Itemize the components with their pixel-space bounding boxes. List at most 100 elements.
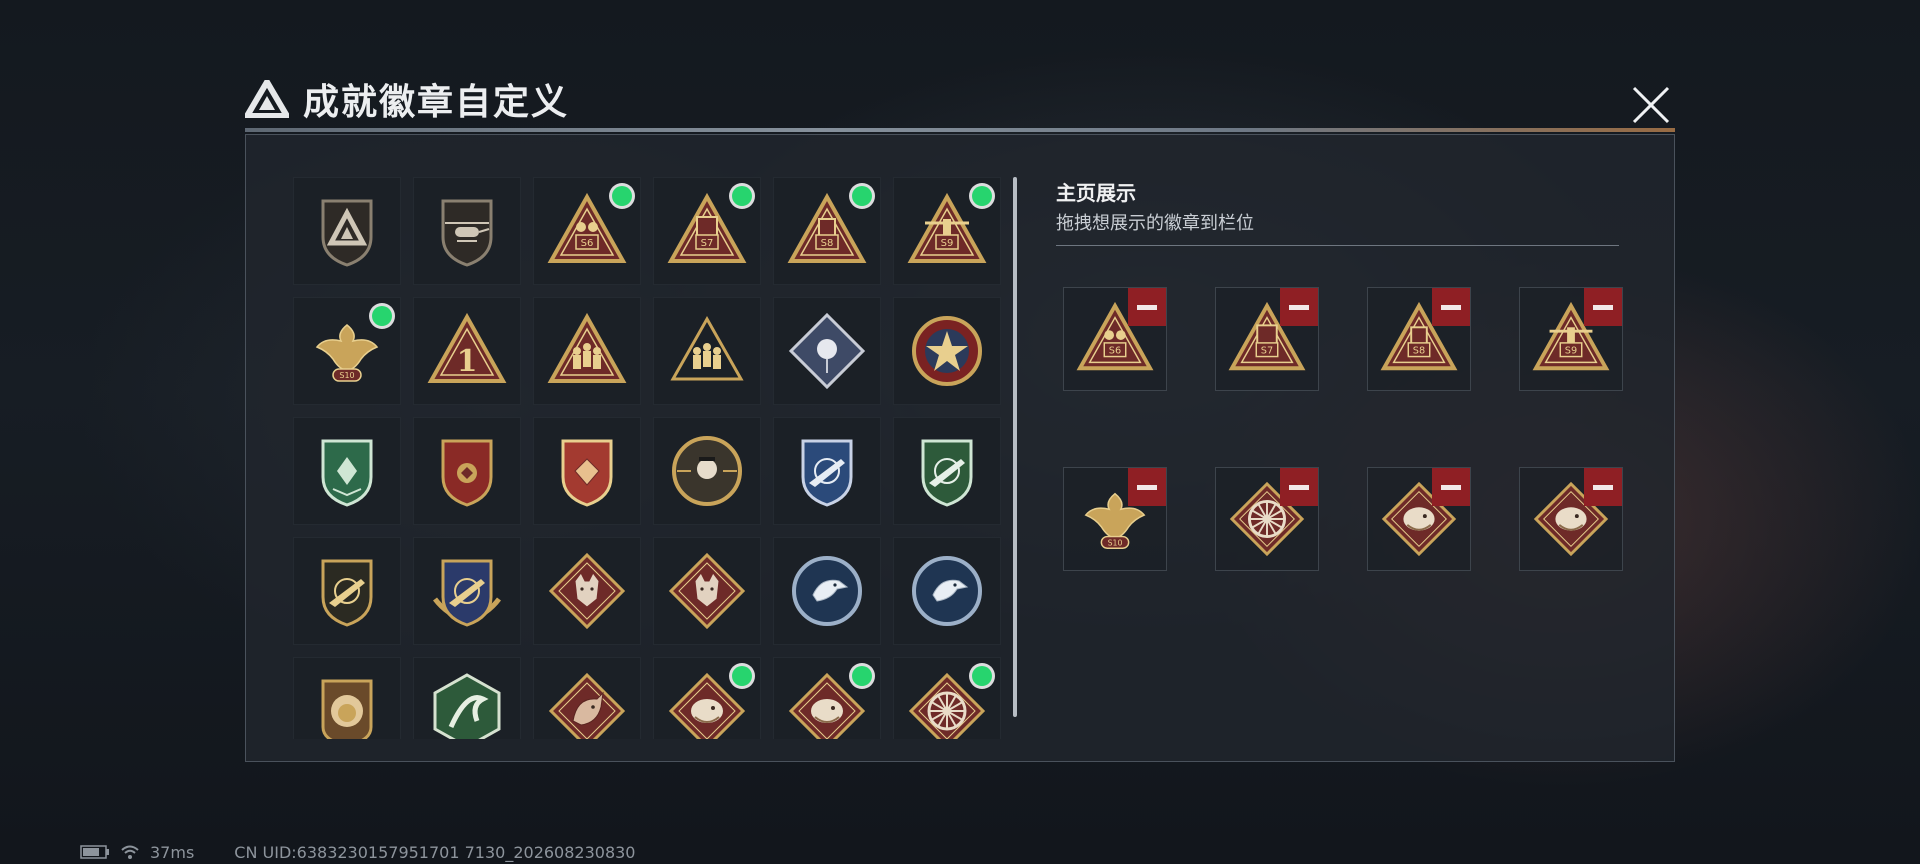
remove-badge-button[interactable]: [1280, 288, 1318, 326]
badge-cell[interactable]: [293, 657, 401, 739]
minus-icon: [1441, 304, 1461, 310]
rifle-crosshair-badge-icon: [321, 559, 373, 627]
badge-cell[interactable]: [653, 417, 761, 525]
badge-cell[interactable]: S8: [773, 177, 881, 285]
new-indicator-dot: [372, 306, 392, 326]
gold-red-shield-badge-icon: [441, 439, 493, 507]
green-rifle-shield-badge-icon: [921, 439, 973, 507]
remove-badge-button[interactable]: [1280, 468, 1318, 506]
minus-icon: [1289, 484, 1309, 490]
lion-shield-badge-icon: [321, 679, 373, 739]
badge-cell[interactable]: [293, 177, 401, 285]
badge-cell[interactable]: S9: [893, 177, 1001, 285]
remove-badge-button[interactable]: [1432, 288, 1470, 326]
delta-logo-icon: [245, 80, 289, 118]
badge-panel: S6 S7 S8 S9 S10 1 主页展示 拖拽想展示的徽章到栏位 S6 S7 S8 S9 S1…: [245, 134, 1675, 762]
svg-text:S10: S10: [1108, 538, 1123, 547]
eagle-roundel-badge-2-icon: [912, 556, 982, 626]
wolf-diamond-badge-icon: [548, 552, 626, 630]
status-bar: 37ms CN UID:6383230157951701 7130_202608…: [80, 842, 635, 862]
badge-cell[interactable]: [893, 537, 1001, 645]
showcase-slot[interactable]: S9: [1519, 287, 1623, 391]
minus-icon: [1137, 304, 1157, 310]
eagle-roundel-badge-icon: [792, 556, 862, 626]
badge-cell[interactable]: [533, 657, 641, 739]
badge-cell[interactable]: [653, 657, 761, 739]
remove-badge-button[interactable]: [1128, 468, 1166, 506]
showcase-slot[interactable]: S6: [1063, 287, 1167, 391]
badge-cell[interactable]: [293, 417, 401, 525]
blue-rifle-shield-badge-icon: [801, 439, 853, 507]
showcase-subtitle: 拖拽想展示的徽章到栏位: [1056, 213, 1254, 234]
skull-crosshair-badge-icon: [672, 436, 742, 506]
badge-cell[interactable]: [893, 297, 1001, 405]
showcase-slot[interactable]: [1215, 467, 1319, 571]
badge-cell[interactable]: [773, 297, 881, 405]
badge-cell[interactable]: [413, 537, 521, 645]
showcase-slot[interactable]: S8: [1367, 287, 1471, 391]
svg-text:1: 1: [457, 344, 478, 379]
wifi-icon: [121, 845, 139, 859]
new-indicator-dot: [852, 186, 872, 206]
star-roundel-badge-icon: [912, 316, 982, 386]
squad-triangle-badge-icon: [547, 312, 627, 383]
badge-cell[interactable]: [893, 657, 1001, 739]
badge-cell[interactable]: [773, 537, 881, 645]
badge-cell[interactable]: S10: [293, 297, 401, 405]
badge-cell[interactable]: [533, 417, 641, 525]
delta-shield-badge-icon: [321, 199, 373, 267]
scrollbar[interactable]: [1013, 177, 1017, 717]
badge-cell[interactable]: S6: [533, 177, 641, 285]
badge-cell[interactable]: 1: [413, 297, 521, 405]
minus-icon: [1137, 484, 1157, 490]
uid-text: CN UID:6383230157951701 7130_20260823083…: [234, 842, 636, 862]
minus-icon: [1289, 304, 1309, 310]
badge-cell[interactable]: [413, 417, 521, 525]
new-indicator-dot: [732, 186, 752, 206]
badge-cell[interactable]: [773, 657, 881, 739]
new-indicator-dot: [612, 186, 632, 206]
badge-cell[interactable]: [413, 657, 521, 739]
rank-1-triangle-badge-icon: 1: [427, 312, 507, 383]
remove-badge-button[interactable]: [1584, 468, 1622, 506]
minus-icon: [1593, 304, 1613, 310]
showcase-slot[interactable]: [1367, 467, 1471, 571]
svg-text:S10: S10: [339, 371, 354, 380]
close-button[interactable]: [1628, 82, 1674, 128]
badge-cell[interactable]: S7: [653, 177, 761, 285]
badge-cell[interactable]: [893, 417, 1001, 525]
page-title: 成就徽章自定义: [303, 82, 570, 123]
svg-text:S8: S8: [1413, 346, 1425, 357]
new-indicator-dot: [972, 186, 992, 206]
svg-text:S8: S8: [821, 238, 834, 249]
wolf-diamond-badge-2-icon: [668, 552, 746, 630]
close-icon: [1632, 86, 1670, 124]
gold-winged-shield-badge-icon: [433, 559, 501, 627]
badge-cell[interactable]: [653, 297, 761, 405]
svg-text:S9: S9: [1565, 346, 1577, 357]
badge-cell[interactable]: [293, 537, 401, 645]
red-gold-shield-badge-icon: [561, 439, 613, 507]
badge-cell[interactable]: [533, 297, 641, 405]
green-shield-badge-icon: [321, 439, 373, 507]
badge-cell[interactable]: [533, 537, 641, 645]
rose-diamond-badge-icon: [788, 312, 866, 390]
serpent-hexagon-badge-icon: [433, 673, 501, 739]
showcase-slot[interactable]: S10: [1063, 467, 1167, 571]
new-indicator-dot: [852, 666, 872, 686]
remove-badge-button[interactable]: [1128, 288, 1166, 326]
remove-badge-button[interactable]: [1584, 288, 1622, 326]
dialog-title: 成就徽章自定义: [245, 74, 569, 124]
badge-cell[interactable]: [773, 417, 881, 525]
showcase-slot[interactable]: [1519, 467, 1623, 571]
minus-icon: [1593, 484, 1613, 490]
showcase-slot[interactable]: S7: [1215, 287, 1319, 391]
badge-cell[interactable]: [413, 177, 521, 285]
showcase-title: 主页展示: [1056, 181, 1136, 205]
badge-cell[interactable]: [653, 537, 761, 645]
remove-badge-button[interactable]: [1432, 468, 1470, 506]
title-divider: [245, 128, 1675, 132]
helicopter-shield-badge-icon: [441, 199, 493, 267]
new-indicator-dot: [972, 666, 992, 686]
badge-grid: S6 S7 S8 S9 S10 1: [293, 177, 1008, 739]
